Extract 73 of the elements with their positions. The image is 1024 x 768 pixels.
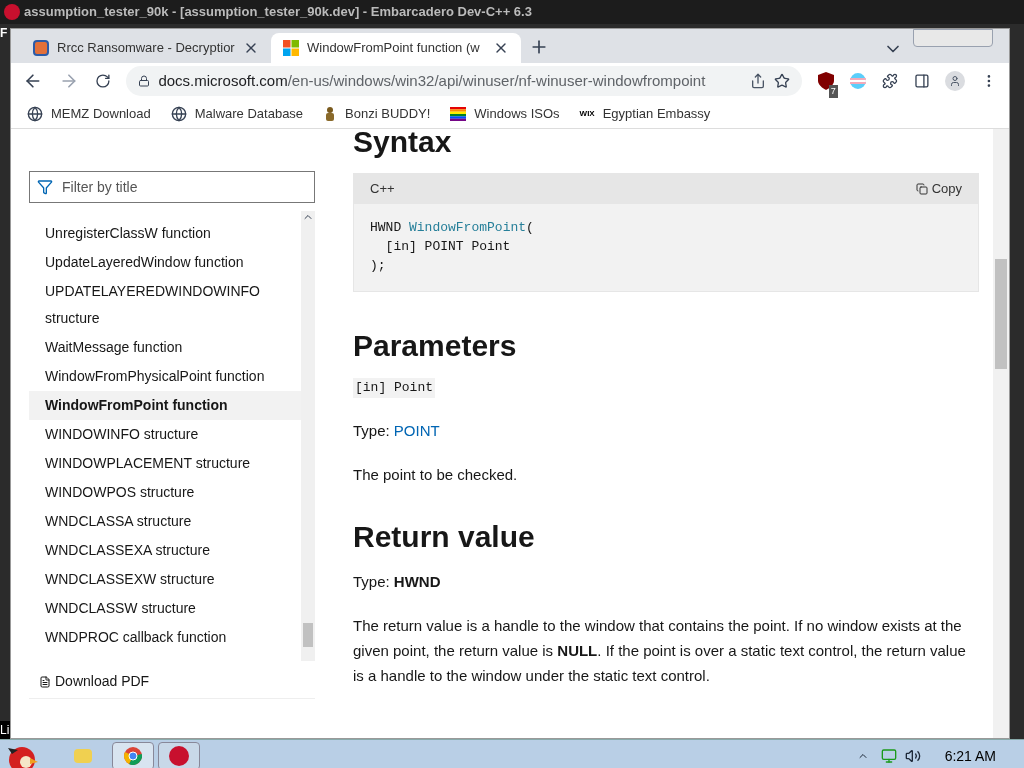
- tab-favicon: [33, 40, 49, 56]
- share-icon[interactable]: [749, 73, 766, 89]
- bookmark-link[interactable]: Windows ISOs: [474, 103, 560, 124]
- toc-item[interactable]: WindowFromPoint function: [29, 391, 301, 420]
- toc-item[interactable]: WNDCLASSW structure: [29, 594, 301, 623]
- windows-logo-icon: [283, 40, 299, 56]
- status-text: Li: [0, 721, 10, 739]
- download-pdf-label[interactable]: Download PDF: [55, 671, 150, 692]
- scrollbar-thumb[interactable]: [303, 623, 313, 647]
- parameter-name: [in] Point: [353, 378, 435, 398]
- section-heading: Parameters: [353, 328, 518, 364]
- section-heading: Syntax: [353, 129, 453, 157]
- extensions-icon[interactable]: [881, 73, 898, 89]
- code-line: HWND WindowFromPoint(: [370, 219, 535, 237]
- toc-item[interactable]: WNDPROC callback function: [29, 623, 301, 652]
- bookmark-link[interactable]: Malware Database: [194, 103, 304, 124]
- toc-item[interactable]: UpdateLayeredWindow function: [29, 248, 301, 277]
- clock[interactable]: 6:21 AM: [944, 745, 996, 767]
- volume-icon[interactable]: [904, 748, 921, 764]
- copy-button[interactable]: Copy: [915, 179, 962, 199]
- browser-tab[interactable]: Rrcc Ransomware - Decryptior: [21, 33, 271, 63]
- bookmark-link[interactable]: Bonzi BUDDY!: [345, 103, 431, 124]
- sidebar-scrollbar[interactable]: [301, 211, 315, 661]
- app-icon: [169, 746, 189, 766]
- editor-text: F: [0, 25, 9, 42]
- page-scrollbar[interactable]: [993, 129, 1009, 738]
- tab-title: WindowFromPoint function (w: [307, 39, 481, 58]
- parameter-description: The point to be checked.: [353, 465, 519, 485]
- toc-item[interactable]: WINDOWINFO structure: [29, 420, 301, 449]
- copy-icon: [915, 183, 928, 195]
- chrome-icon: [124, 747, 142, 765]
- toc-item[interactable]: WNDCLASSEXA structure: [29, 536, 301, 565]
- toc-item[interactable]: UPDATELAYEREDWINDOWINFO structure: [29, 277, 301, 333]
- taskbar-button[interactable]: [158, 742, 200, 768]
- shield-icon[interactable]: [817, 72, 834, 90]
- reload-icon[interactable]: [94, 73, 111, 89]
- bookmark-link[interactable]: Egyptian Embassy: [602, 103, 711, 124]
- window-title: assumption_tester_90k - [assumption_tester_90k.dev] - Embarcadero Dev-C++ 6.3: [24, 3, 532, 22]
- globe-icon: [27, 105, 43, 122]
- scrollbar-thumb[interactable]: [995, 259, 1007, 369]
- parameter-type: Type: POINT: [353, 420, 441, 441]
- side-panel-icon[interactable]: [913, 73, 930, 89]
- extension-badge: 7: [828, 84, 838, 98]
- return-type: Type: HWND: [353, 571, 442, 592]
- toc-item[interactable]: WNDCLASSEXW structure: [29, 565, 301, 594]
- toc-item[interactable]: WINDOWPOS structure: [29, 478, 301, 507]
- bookmark-star-icon[interactable]: [773, 73, 790, 89]
- code-language: C++: [370, 180, 395, 199]
- toc-item[interactable]: WindowFromPhysicalPoint function: [29, 362, 301, 391]
- toc-item[interactable]: WINDOWPLACEMENT structure: [29, 449, 301, 478]
- app-icon: [4, 4, 20, 20]
- filter-field[interactable]: Filter by title: [29, 171, 315, 203]
- wix-icon: WIX: [579, 107, 595, 120]
- profile-avatar[interactable]: [945, 71, 966, 91]
- return-description: The return value is a handle to the window that contains the point. If no window exists at the given point, the return value is NULL. If the point is over a static text control, the return value is a handle to the window under the static text control.: [353, 616, 967, 686]
- url-text: docs.microsoft.com/en-us/windows/win32/api/winuser/nf-winuser-windowfrompoint: [158, 70, 707, 91]
- globe-icon: [170, 105, 187, 122]
- type-link[interactable]: POINT: [393, 421, 440, 439]
- rainbow-flag-icon: [450, 106, 467, 121]
- code-line: [in] POINT Point: [384, 238, 512, 256]
- document-icon: [39, 675, 51, 688]
- filter-icon: [37, 179, 53, 195]
- section-heading: Return value: [353, 518, 536, 555]
- tab-title: Rrcc Ransomware - Decryptior: [57, 39, 235, 58]
- taskbar-button[interactable]: [112, 742, 154, 768]
- toc-item[interactable]: UnregisterClassW function: [29, 219, 301, 248]
- toc-item[interactable]: WNDCLASSA structure: [29, 507, 301, 536]
- lock-icon: [138, 75, 151, 87]
- address-bar[interactable]: docs.microsoft.com/en-us/windows/win32/api/winuser/nf-winuser-windowfrompoint: [126, 66, 802, 96]
- code-line: );: [370, 257, 387, 275]
- toc-item[interactable]: WaitMessage function: [29, 333, 301, 362]
- bookmark-link[interactable]: MEMZ Download: [51, 103, 151, 124]
- browser-tab[interactable]: WindowFromPoint function (w: [271, 33, 521, 63]
